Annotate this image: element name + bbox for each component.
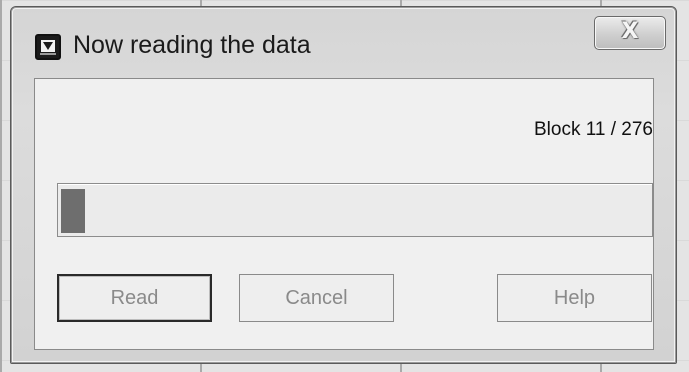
block-counter: Block 11 / 276 xyxy=(533,119,653,140)
window-title: Now reading the data xyxy=(73,31,311,59)
app-icon xyxy=(35,34,61,60)
progress-bar xyxy=(57,183,653,237)
close-icon: X xyxy=(621,19,639,44)
title-bar[interactable]: Now reading the data X xyxy=(11,7,676,77)
cancel-button[interactable]: Cancel xyxy=(239,274,394,322)
progress-dialog: Now reading the data X Block 11 / 276 Re… xyxy=(10,6,677,364)
dialog-content: Block 11 / 276 Read Cancel Help xyxy=(34,78,654,350)
progress-fill xyxy=(61,189,85,233)
close-button[interactable]: X xyxy=(594,16,666,50)
help-button[interactable]: Help xyxy=(497,274,652,322)
read-button[interactable]: Read xyxy=(57,274,212,322)
